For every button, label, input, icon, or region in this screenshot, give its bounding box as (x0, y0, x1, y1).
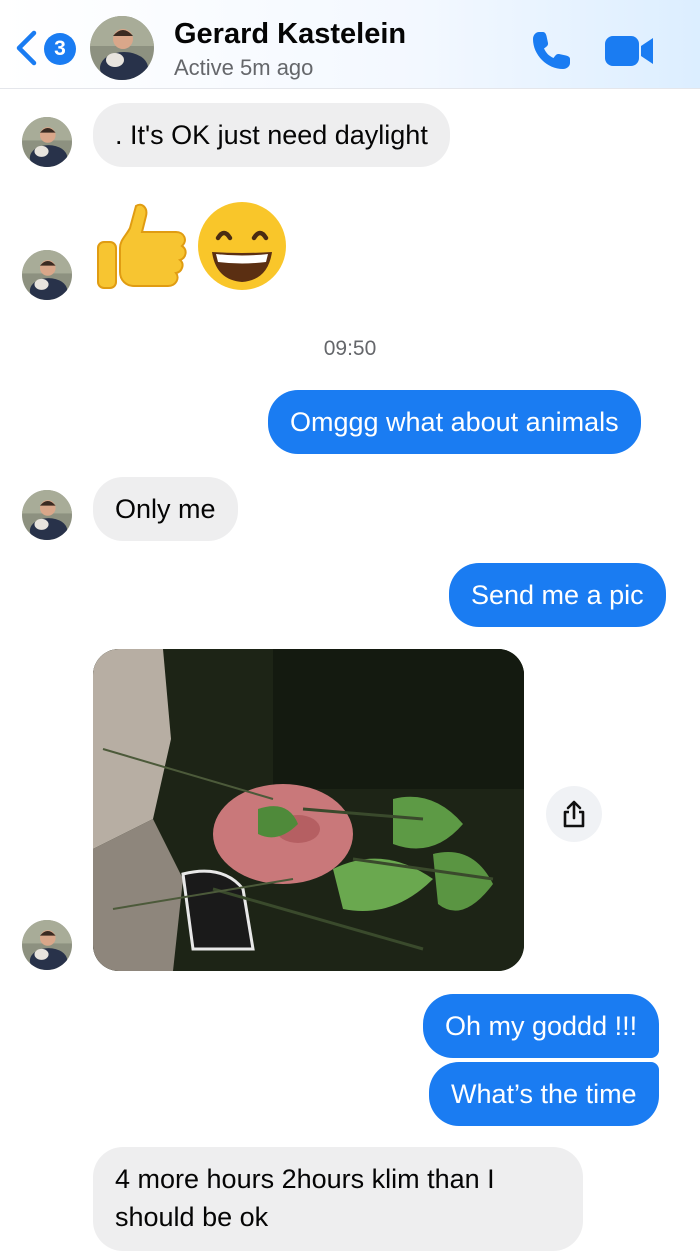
active-status: Active 5m ago (174, 55, 314, 80)
back-button[interactable]: 3 (14, 26, 78, 70)
sender-avatar[interactable] (22, 490, 72, 540)
chevron-left-icon (16, 30, 37, 66)
outgoing-message[interactable]: What’s the time (429, 1062, 659, 1126)
audio-call-button[interactable] (528, 28, 574, 74)
unread-badge: 3 (44, 33, 76, 65)
sender-avatar[interactable] (22, 117, 72, 167)
contact-name[interactable]: Gerard Kastelein (174, 18, 406, 51)
incoming-message[interactable]: . It's OK just need daylight (93, 103, 450, 167)
share-button[interactable] (546, 786, 602, 842)
incoming-message[interactable]: 4 more hours 2hours klim than I should b… (93, 1147, 583, 1251)
sender-avatar[interactable] (22, 250, 72, 300)
video-call-button[interactable] (604, 32, 656, 70)
share-icon (563, 800, 585, 828)
phone-icon (533, 32, 570, 69)
conversation-header: 3 Gerard Kastelein Active 5m ago (0, 0, 700, 89)
outgoing-message[interactable]: Oh my goddd !!! (423, 994, 660, 1058)
outgoing-message[interactable]: Send me a pic (449, 563, 666, 627)
grinning-face-icon (198, 202, 286, 290)
emoji-message[interactable] (96, 196, 296, 301)
timestamp: 09:50 (323, 337, 377, 360)
contact-avatar[interactable] (90, 16, 154, 80)
photo-message[interactable] (93, 649, 524, 971)
video-camera-icon (605, 36, 653, 66)
sender-avatar[interactable] (22, 920, 72, 970)
thumbs-up-icon (97, 203, 187, 289)
incoming-message[interactable]: Only me (93, 477, 238, 541)
outgoing-message[interactable]: Omggg what about animals (268, 390, 641, 454)
